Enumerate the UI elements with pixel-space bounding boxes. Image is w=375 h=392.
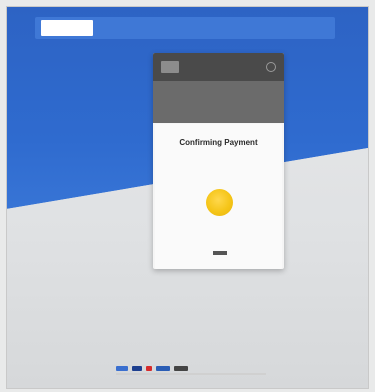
- bank-logo: [41, 20, 93, 36]
- footer-divider: [116, 373, 266, 375]
- device-header: [153, 53, 284, 81]
- confirming-payment-card: Confirming Payment: [155, 124, 282, 269]
- loading-spinner-icon: [206, 189, 233, 216]
- payment-logo-2-icon: [132, 365, 142, 371]
- payment-logo-3-icon: [146, 365, 152, 371]
- payment-logo-4-icon: [156, 365, 170, 371]
- payment-logo-1-icon: [116, 365, 128, 371]
- payment-logos: [116, 365, 188, 371]
- merchant-logo: [161, 61, 179, 73]
- payment-summary: [153, 81, 284, 123]
- payment-logo-5-icon: [174, 365, 188, 371]
- screenshot-frame: Confirming Payment: [6, 6, 369, 389]
- top-banner: [35, 17, 335, 39]
- close-icon[interactable]: [266, 62, 276, 72]
- footer: [116, 359, 334, 377]
- powered-by: [155, 251, 282, 255]
- card-title: Confirming Payment: [179, 138, 258, 147]
- brand-mark-icon: [212, 251, 227, 255]
